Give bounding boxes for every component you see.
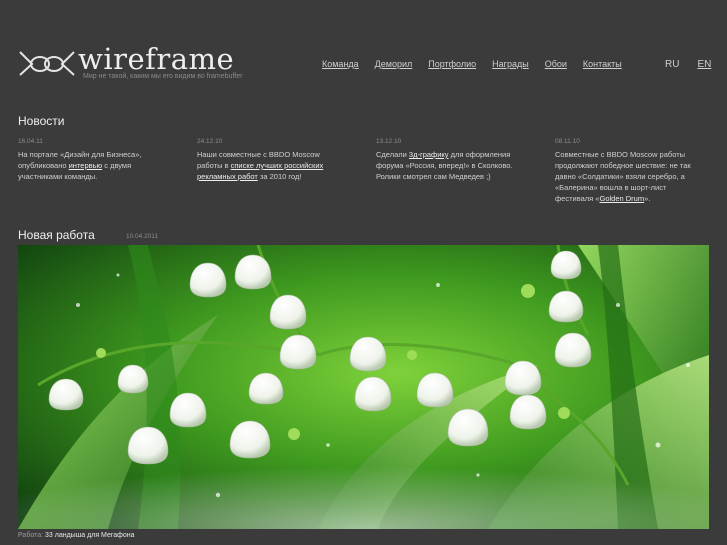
nav-item-team[interactable]: Команда — [322, 59, 359, 69]
news-date: 13.12.10 — [376, 138, 402, 145]
news-text: за 2010 год! — [257, 172, 302, 181]
brand-tagline: Мир не такой, каким мы его видим во fram… — [83, 73, 243, 80]
site-logo[interactable]: wireframe Мир не такой, каким мы его вид… — [18, 42, 242, 84]
news-text: ». — [644, 194, 651, 203]
lang-en[interactable]: EN — [697, 59, 711, 70]
news-list: 16.04.11 На портале «Дизайн для Бизнеса»… — [18, 136, 718, 206]
news-heading: Новости — [18, 114, 65, 128]
news-item: 16.04.11 На портале «Дизайн для Бизнеса»… — [18, 136, 168, 182]
logo-mark-icon — [19, 51, 75, 76]
new-work-heading: Новая работа — [18, 228, 95, 242]
language-switcher: RU EN — [665, 59, 711, 70]
nav-item-portfolio[interactable]: Портфолио — [428, 59, 476, 69]
caption-link[interactable]: 33 ландыша для Мегафона — [45, 532, 135, 539]
news-link[interactable]: интервью — [69, 161, 103, 170]
nav-item-wallpapers[interactable]: Обои — [545, 59, 567, 69]
brand-name: wireframe — [78, 42, 235, 76]
news-date: 24.12.10 — [197, 138, 223, 145]
featured-work-image[interactable] — [18, 245, 709, 529]
news-item: 13.12.10 Сделали 3д-графику для оформлен… — [376, 136, 526, 182]
work-caption: Работа: 33 ландыша для Мегафона — [18, 532, 135, 539]
main-nav: Команда Деморил Портфолио Награды Обои К… — [322, 59, 638, 69]
nav-item-demoreel[interactable]: Деморил — [375, 59, 413, 69]
news-link[interactable]: Golden Drum — [599, 194, 644, 203]
news-date: 08.11.10 — [555, 138, 580, 145]
news-text: Сделали — [376, 150, 409, 159]
news-link[interactable]: 3д-графику — [409, 150, 449, 159]
news-date: 16.04.11 — [18, 138, 43, 145]
news-item: 24.12.10 Наши совместные с BBDO Moscow р… — [197, 136, 347, 182]
caption-label: Работа: — [18, 532, 44, 539]
new-work-date: 10.04.2011 — [126, 233, 159, 240]
lily-of-the-valley-illustration — [18, 245, 709, 529]
lang-ru[interactable]: RU — [665, 59, 679, 70]
nav-item-awards[interactable]: Награды — [492, 59, 529, 69]
news-item: 08.11.10 Совместные с BBDO Moscow работы… — [555, 136, 705, 204]
nav-item-contacts[interactable]: Контакты — [583, 59, 622, 69]
